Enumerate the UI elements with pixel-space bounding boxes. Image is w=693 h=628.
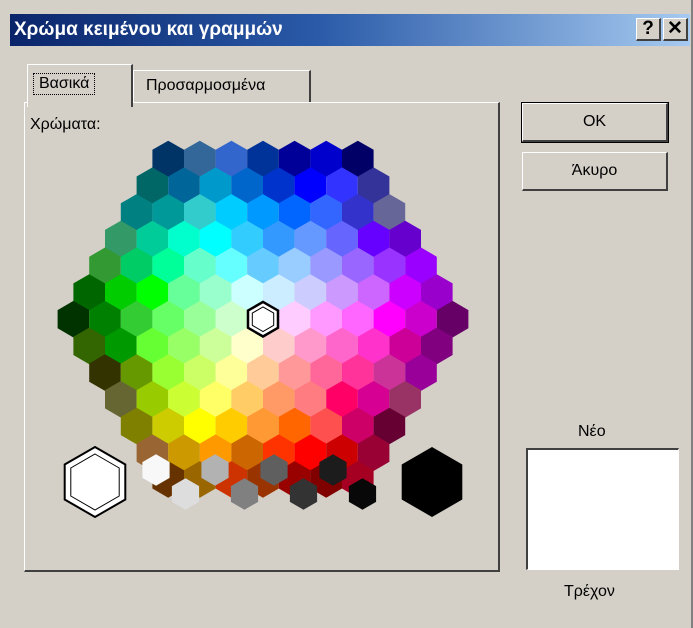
black-swatch[interactable] xyxy=(401,447,463,517)
color-palette xyxy=(57,140,469,519)
white-swatch[interactable] xyxy=(63,445,127,519)
color-dialog: Χρώμα κειμένου και γραμμών ? ✕ Βασικά Πρ… xyxy=(0,0,693,628)
